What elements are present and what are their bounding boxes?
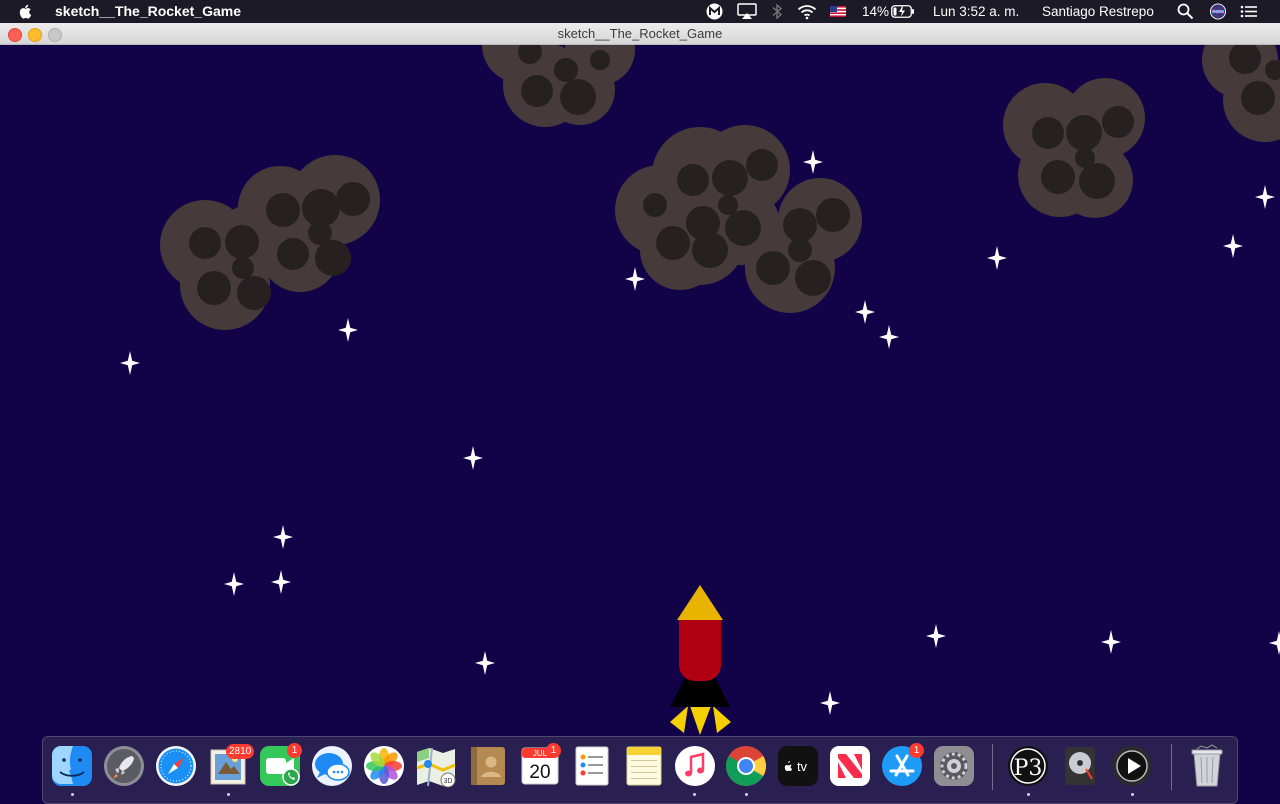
disk-utility-icon[interactable]: [1058, 744, 1102, 788]
dock-separator: [992, 744, 993, 790]
running-indicator: [1027, 793, 1030, 796]
svg-text:3D: 3D: [444, 778, 453, 785]
app-store-badge: 1: [909, 743, 924, 758]
calendar-day: 20: [529, 762, 550, 783]
dock-separator: [1171, 744, 1172, 790]
trash-icon[interactable]: [1185, 744, 1229, 788]
battery-charging-icon[interactable]: [891, 5, 915, 18]
running-indicator: [71, 793, 74, 796]
calendar-badge: 1: [546, 743, 561, 758]
maps-icon[interactable]: 3D: [414, 744, 458, 788]
spotlight-search-icon[interactable]: [1177, 3, 1194, 20]
photos-icon[interactable]: [362, 744, 406, 788]
apple-icon[interactable]: [18, 3, 34, 20]
contacts-icon[interactable]: [466, 744, 510, 788]
system-preferences-icon[interactable]: [932, 744, 976, 788]
facetime-badge: 1: [287, 743, 302, 758]
siri-icon[interactable]: [1209, 3, 1227, 20]
menubar-clock[interactable]: Lun 3:52 a. m.: [933, 3, 1019, 20]
reminders-icon[interactable]: [570, 744, 614, 788]
bluetooth-icon[interactable]: [771, 3, 783, 20]
menu-bar: sketch__The_Rocket_Game 14% Lun 3:52 a. …: [0, 0, 1280, 23]
asteroid: [1003, 78, 1145, 218]
active-app-name[interactable]: sketch__The_Rocket_Game: [55, 3, 241, 19]
mail-badge: 2810: [226, 744, 255, 759]
apple-tv-icon[interactable]: tv: [776, 744, 820, 788]
svg-text:P3: P3: [1014, 756, 1043, 781]
running-indicator: [693, 793, 696, 796]
battery-percentage[interactable]: 14%: [862, 3, 889, 20]
messages-icon[interactable]: [310, 744, 354, 788]
user-name[interactable]: Santiago Restrepo: [1042, 3, 1154, 20]
us-flag-icon[interactable]: [830, 6, 846, 17]
launchpad-icon[interactable]: [102, 744, 146, 788]
chrome-icon[interactable]: [724, 744, 768, 788]
game-scene: [0, 45, 1280, 800]
notes-icon[interactable]: [622, 744, 666, 788]
safari-icon[interactable]: [154, 744, 198, 788]
news-icon[interactable]: [828, 744, 872, 788]
malwarebytes-icon[interactable]: [706, 3, 723, 20]
quicktime-icon[interactable]: [1110, 744, 1154, 788]
control-menu-icon[interactable]: [1240, 3, 1258, 20]
running-indicator: [227, 793, 230, 796]
window-title: sketch__The_Rocket_Game: [557, 26, 723, 41]
finder-icon[interactable]: [50, 744, 94, 788]
processing-icon[interactable]: P3: [1006, 744, 1050, 788]
running-indicator: [1131, 793, 1134, 796]
airplay-icon[interactable]: [737, 3, 757, 20]
wifi-icon[interactable]: [797, 3, 817, 20]
running-indicator: [745, 793, 748, 796]
apple-tv-label: tv: [797, 759, 808, 774]
game-canvas[interactable]: [0, 45, 1280, 800]
window-titlebar[interactable]: sketch__The_Rocket_Game: [0, 23, 1280, 45]
music-icon[interactable]: [673, 744, 717, 788]
